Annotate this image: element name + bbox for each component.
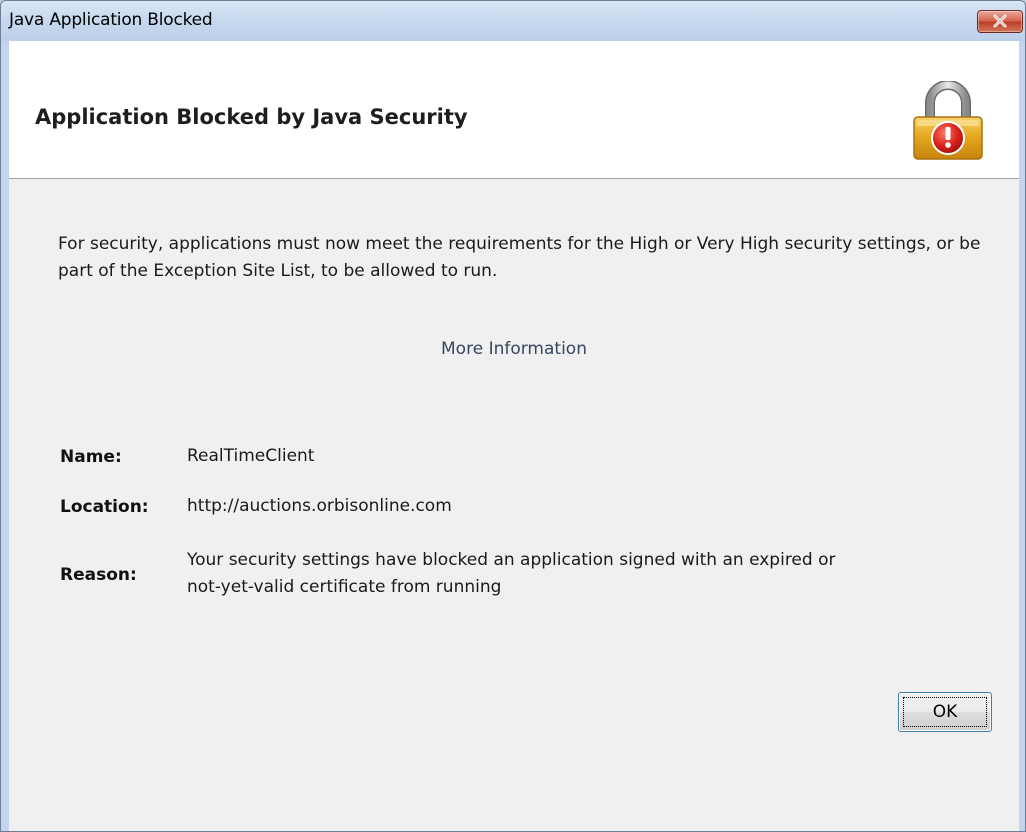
security-message: For security, applications must now meet… [58,234,981,281]
reason-label: Reason: [60,565,137,585]
reason-value: Your security settings have blocked an a… [187,547,835,601]
close-button[interactable] [977,10,1023,33]
ok-button[interactable]: OK [898,692,992,732]
dialog-body: For security, applications must now meet… [9,179,1019,831]
header-title: Application Blocked by Java Security [35,105,468,129]
padlock-warning-icon [908,80,988,167]
location-value: http://auctions.orbisonline.com [187,496,452,516]
name-label: Name: [60,447,122,467]
close-icon [993,14,1007,28]
ok-button-label: OK [903,697,987,727]
window-title: Java Application Blocked [9,10,213,30]
location-label: Location: [60,497,149,517]
dialog-window: Java Application Blocked Application Blo… [0,0,1026,832]
title-bar[interactable]: Java Application Blocked [1,1,1025,41]
name-value: RealTimeClient [187,446,315,466]
reason-value-line-2: not-yet-valid certificate from running [187,577,502,597]
reason-value-line-1: Your security settings have blocked an a… [187,550,836,570]
dialog-header: Application Blocked by Java Security [9,41,1019,179]
more-information-link[interactable]: More Information [9,339,1019,359]
